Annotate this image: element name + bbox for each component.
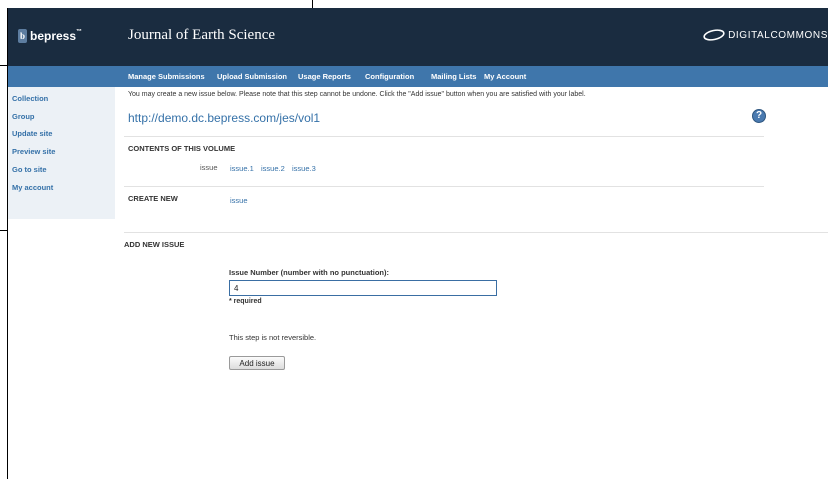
divider bbox=[124, 136, 764, 137]
top-nav: Manage Submissions Upload Submission Usa… bbox=[8, 66, 828, 87]
sidebar-item-update-site[interactable]: Update site bbox=[12, 129, 52, 138]
add-new-issue-heading: ADD NEW ISSUE bbox=[124, 240, 185, 249]
nav-my-account[interactable]: My Account bbox=[484, 72, 526, 81]
create-new-issue-link[interactable]: issue bbox=[230, 196, 248, 205]
app-header: b bepress™ Journal of Earth Science DIGI… bbox=[8, 8, 828, 66]
nav-manage-submissions[interactable]: Manage Submissions bbox=[128, 72, 205, 81]
issue-link-1[interactable]: issue.1 bbox=[230, 164, 254, 173]
sidebar-item-group[interactable]: Group bbox=[12, 112, 35, 121]
nav-configuration[interactable]: Configuration bbox=[365, 72, 414, 81]
nav-mailing-lists[interactable]: Mailing Lists bbox=[431, 72, 476, 81]
divider bbox=[124, 232, 828, 233]
sidebar-item-preview-site[interactable]: Preview site bbox=[12, 147, 55, 156]
digital-commons-logo[interactable]: DIGITALCOMMONS bbox=[703, 29, 828, 41]
sidebar: Collection Group Update site Preview sit… bbox=[8, 87, 115, 219]
not-reversible-text: This step is not reversible. bbox=[229, 333, 317, 342]
sidebar-item-collection[interactable]: Collection bbox=[12, 94, 48, 103]
bepress-logo[interactable]: b bepress™ bbox=[18, 28, 82, 44]
journal-title: Journal of Earth Science bbox=[128, 27, 276, 43]
divider bbox=[124, 186, 764, 187]
help-icon[interactable]: ? bbox=[752, 109, 766, 123]
frame-line-tick-1 bbox=[0, 65, 8, 66]
contents-heading: CONTENTS OF THIS VOLUME bbox=[128, 144, 236, 153]
digital-commons-swoosh-icon bbox=[703, 29, 725, 41]
issue-number-label: Issue Number (number with no punctuation… bbox=[229, 268, 389, 277]
sidebar-item-my-account[interactable]: My account bbox=[12, 183, 53, 192]
issue-link-2[interactable]: issue.2 bbox=[261, 164, 285, 173]
issue-link-3[interactable]: issue.3 bbox=[292, 164, 316, 173]
nav-usage-reports[interactable]: Usage Reports bbox=[298, 72, 351, 81]
required-note: * required bbox=[229, 298, 262, 305]
digital-commons-logo-text: DIGITALCOMMONS bbox=[728, 29, 828, 41]
nav-upload-submission[interactable]: Upload Submission bbox=[217, 72, 287, 81]
frame-line-tick-2 bbox=[0, 230, 8, 231]
contents-issue-label: issue bbox=[200, 163, 218, 172]
bepress-logo-text: bepress™ bbox=[30, 29, 83, 43]
add-issue-button[interactable]: Add issue bbox=[229, 356, 285, 370]
sidebar-item-go-to-site[interactable]: Go to site bbox=[12, 165, 47, 174]
create-new-heading: CREATE NEW bbox=[128, 194, 178, 203]
issue-number-field[interactable] bbox=[229, 280, 497, 296]
bepress-mark-icon: b bbox=[18, 29, 27, 43]
frame-line-top-right bbox=[312, 0, 313, 8]
instructions-text: You may create a new issue below. Please… bbox=[128, 91, 586, 98]
volume-url: http://demo.dc.bepress.com/jes/vol1 bbox=[128, 111, 321, 125]
